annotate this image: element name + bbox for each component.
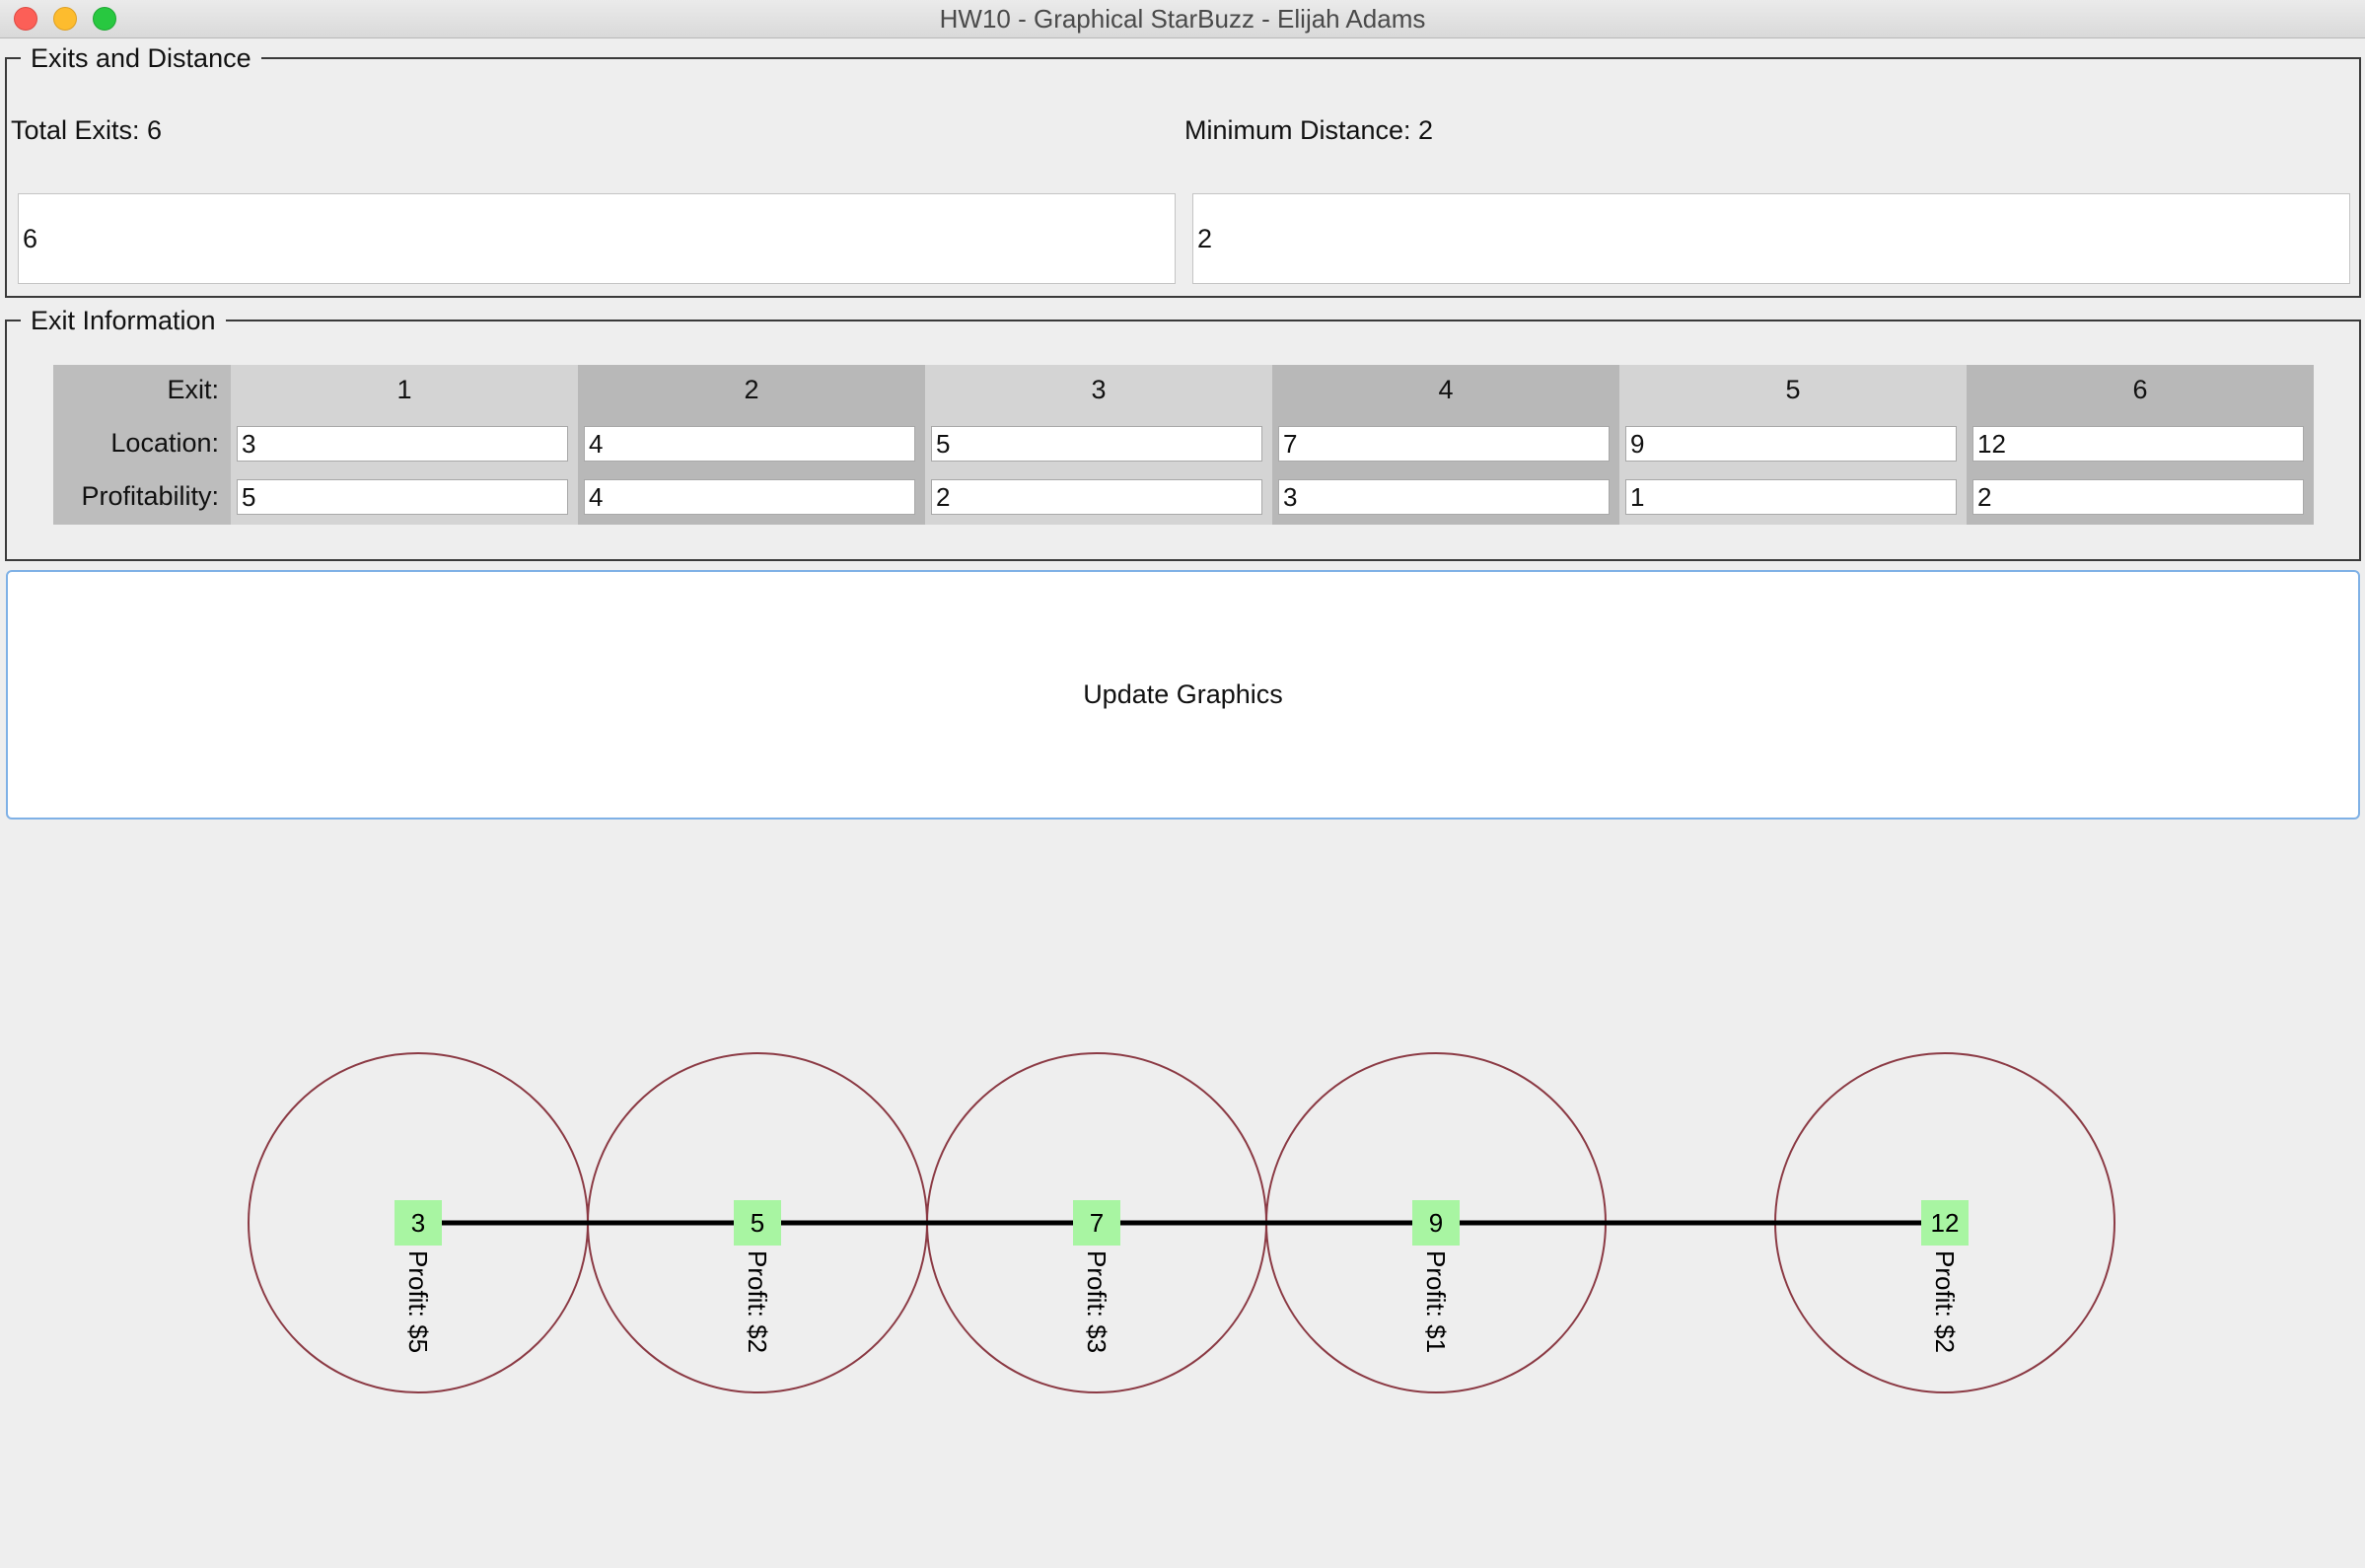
exit-graphic-canvas: 3 Profit: $5 5 Profit: $2 7 Profit: $3 9 Profit… (248, 1052, 2115, 1393)
exit-number: 4 (1438, 375, 1454, 404)
window-title: HW10 - Graphical StarBuzz - Elijah Adams (939, 4, 1426, 34)
total-exits-label: Total Exits: 6 (11, 115, 163, 145)
location-input[interactable]: 9 (1625, 426, 1957, 462)
exit-information-table: Exit: Location: Profitability: 1 3 5 2 4… (53, 365, 2314, 525)
exit-node-location: 9 (1429, 1208, 1443, 1238)
profitability-input[interactable]: 3 (1278, 479, 1610, 515)
exit-node-profit: Profit: $2 (1930, 1250, 1960, 1353)
exit-number: 3 (1091, 375, 1107, 404)
title-bar: HW10 - Graphical StarBuzz - Elijah Adams (0, 0, 2365, 38)
exit-node-location: 7 (1090, 1208, 1104, 1238)
exit-node-profit: Profit: $3 (1082, 1250, 1111, 1353)
exit-column: 4 7 3 (1272, 365, 1619, 525)
update-graphics-button[interactable]: Update Graphics (6, 570, 2360, 820)
exit-row-label: Exit: (167, 375, 219, 404)
profitability-input[interactable]: 5 (237, 479, 568, 515)
minimum-distance-field[interactable]: 2 (1192, 193, 2350, 284)
profitability-input[interactable]: 1 (1625, 479, 1957, 515)
total-exits-field[interactable]: 6 (18, 193, 1176, 284)
row-label-column: Exit: Location: Profitability: (53, 365, 231, 525)
exit-number: 1 (396, 375, 412, 404)
exits-panel-title: Exits and Distance (21, 42, 261, 74)
exit-node-location: 3 (411, 1208, 425, 1238)
exit-number: 5 (1785, 375, 1801, 404)
exit-column: 2 4 4 (578, 365, 925, 525)
location-row-label: Location: (110, 428, 219, 458)
exit-node-location: 5 (751, 1208, 764, 1238)
exit-node-profit: Profit: $1 (1421, 1250, 1451, 1353)
exit-node-profit: Profit: $2 (743, 1250, 772, 1353)
exit-node-location: 12 (1931, 1208, 1960, 1238)
location-input[interactable]: 7 (1278, 426, 1610, 462)
exit-column: 6 12 2 (1967, 365, 2314, 525)
location-input[interactable]: 4 (584, 426, 915, 462)
profitability-row-label: Profitability: (81, 481, 219, 511)
location-input[interactable]: 5 (931, 426, 1262, 462)
exits-and-distance-panel: Exits and Distance Total Exits: 6 Minimu… (5, 42, 2361, 298)
exit-column: 3 5 2 (925, 365, 1272, 525)
profitability-input[interactable]: 4 (584, 479, 915, 515)
exit-info-panel-title: Exit Information (21, 305, 226, 336)
location-input[interactable]: 12 (1972, 426, 2304, 462)
exit-number: 2 (744, 375, 759, 404)
location-input[interactable]: 3 (237, 426, 568, 462)
profitability-input[interactable]: 2 (931, 479, 1262, 515)
exit-number: 6 (2132, 375, 2148, 404)
exit-column: 1 3 5 (231, 365, 578, 525)
app-window: HW10 - Graphical StarBuzz - Elijah Adams… (0, 0, 2365, 1568)
minimum-distance-label: Minimum Distance: 2 (1184, 115, 1434, 145)
exit-column: 5 9 1 (1619, 365, 1967, 525)
exit-information-panel: Exit Information Exit: Location: Profita… (5, 305, 2361, 561)
exit-node-profit: Profit: $5 (403, 1250, 433, 1353)
profitability-input[interactable]: 2 (1972, 479, 2304, 515)
